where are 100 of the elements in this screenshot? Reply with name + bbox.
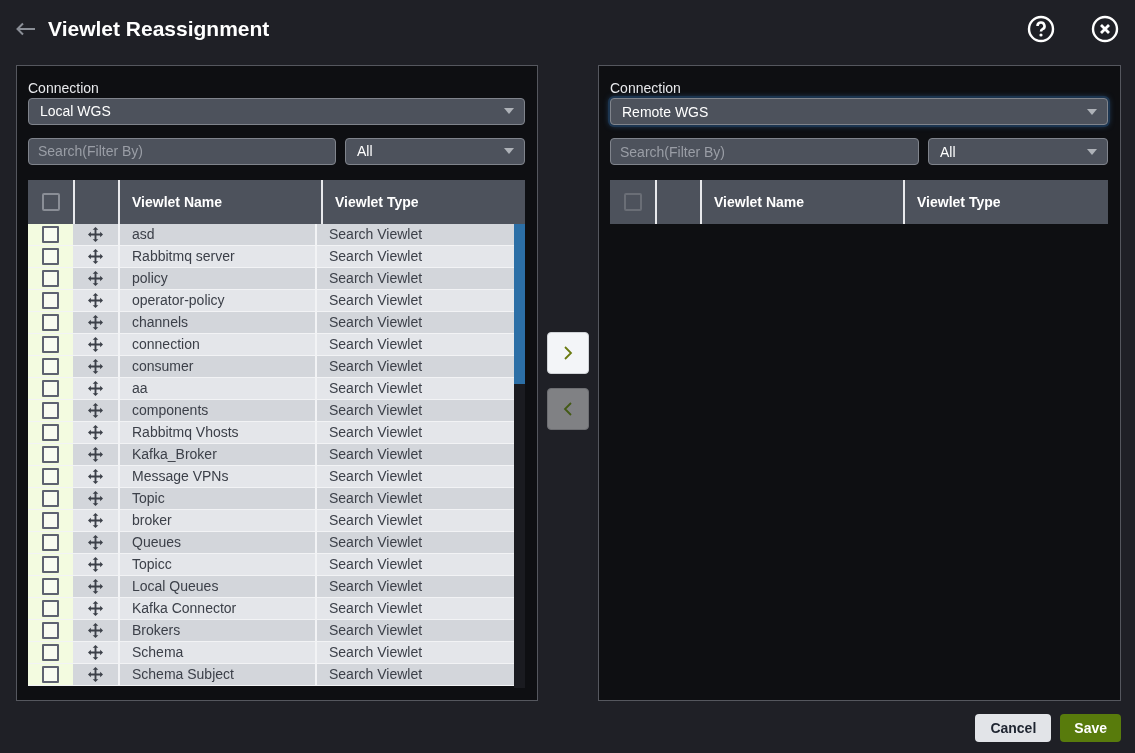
row-checkbox[interactable]	[42, 225, 59, 243]
row-checkbox[interactable]	[42, 533, 59, 551]
table-row[interactable]: Rabbitmq server Search Viewlet	[28, 245, 514, 268]
table-row[interactable]: Topicc Search Viewlet	[28, 553, 514, 576]
select-all-checkbox[interactable]	[41, 192, 60, 211]
move-icon[interactable]	[88, 556, 103, 572]
move-icon[interactable]	[88, 380, 103, 396]
page-title: Viewlet Reassignment	[48, 16, 271, 41]
connection-dropdown[interactable]: Remote WGS	[610, 98, 1108, 125]
table-row[interactable]: consumer Search Viewlet	[28, 355, 514, 378]
move-icon[interactable]	[88, 578, 103, 594]
table-row[interactable]: components Search Viewlet	[28, 399, 514, 422]
row-checkbox[interactable]	[42, 423, 59, 441]
table-cell: Queues	[118, 531, 315, 553]
table-row[interactable]: Message VPNs Search Viewlet	[28, 465, 514, 488]
move-icon[interactable]	[88, 600, 103, 616]
move-icon[interactable]	[88, 534, 103, 550]
table-cell: Rabbitmq server	[118, 245, 315, 267]
row-checkbox[interactable]	[42, 577, 59, 595]
help-icon[interactable]	[1027, 14, 1055, 43]
table-row[interactable]: policy Search Viewlet	[28, 267, 514, 290]
move-icon[interactable]	[88, 490, 103, 506]
chevron-right-icon	[562, 346, 574, 360]
move-icon[interactable]	[88, 666, 103, 682]
filter-dropdown[interactable]: All	[928, 138, 1108, 165]
table-cell: channels	[118, 311, 315, 333]
row-checkbox[interactable]	[42, 489, 59, 507]
table-row[interactable]: operator-policy Search Viewlet	[28, 289, 514, 312]
row-checkbox[interactable]	[42, 555, 59, 573]
move-icon[interactable]	[88, 270, 103, 286]
move-icon[interactable]	[88, 512, 103, 528]
row-checkbox[interactable]	[42, 445, 59, 463]
table-row[interactable]: Schema Search Viewlet	[28, 641, 514, 664]
table-row[interactable]: Kafka_Broker Search Viewlet	[28, 443, 514, 466]
move-icon[interactable]	[88, 622, 103, 638]
table-row[interactable]: aa Search Viewlet	[28, 377, 514, 400]
move-icon[interactable]	[88, 402, 103, 418]
table-cell: Kafka Connector	[118, 597, 315, 619]
move-icon[interactable]	[88, 446, 103, 462]
cancel-button[interactable]: Cancel	[975, 714, 1052, 742]
search-field[interactable]: Search(Filter By)	[28, 137, 336, 165]
scrollbar[interactable]	[514, 223, 525, 688]
table-cell: Message VPNs	[118, 465, 315, 487]
table-cell: broker	[118, 509, 315, 531]
row-checkbox[interactable]	[42, 665, 59, 683]
row-checkbox[interactable]	[42, 511, 59, 529]
back-icon[interactable]	[16, 21, 36, 36]
table-cell: Topic	[118, 487, 315, 509]
row-checkbox[interactable]	[42, 291, 59, 309]
table-row[interactable]: connection Search Viewlet	[28, 333, 514, 356]
table-row[interactable]: Kafka Connector Search Viewlet	[28, 597, 514, 620]
row-checkbox[interactable]	[42, 313, 59, 331]
move-icon[interactable]	[88, 644, 103, 660]
table-row[interactable]: Local Queues Search Viewlet	[28, 575, 514, 598]
table-cell: Rabbitmq Vhosts	[118, 421, 315, 443]
connection-label: Connection	[610, 79, 682, 98]
move-icon[interactable]	[88, 424, 103, 440]
row-checkbox[interactable]	[42, 357, 59, 375]
move-icon[interactable]	[88, 248, 103, 264]
move-icon[interactable]	[88, 314, 103, 330]
row-checkbox[interactable]	[42, 335, 59, 353]
row-checkbox[interactable]	[42, 599, 59, 617]
save-button[interactable]: Save	[1060, 714, 1121, 742]
table-row[interactable]: asd Search Viewlet	[28, 223, 514, 246]
table-cell: Schema Subject	[118, 663, 315, 685]
move-right-button[interactable]	[547, 332, 589, 374]
connection-label: Connection	[28, 79, 100, 98]
table-cell: Kafka_Broker	[118, 443, 315, 465]
table-row[interactable]: channels Search Viewlet	[28, 311, 514, 334]
chevron-left-icon	[562, 402, 574, 416]
close-icon[interactable]	[1091, 14, 1119, 43]
column-header: Viewlet Name	[714, 194, 804, 210]
row-checkbox[interactable]	[42, 401, 59, 419]
row-checkbox[interactable]	[42, 269, 59, 287]
table-cell: consumer	[118, 355, 315, 377]
move-icon[interactable]	[88, 336, 103, 352]
row-checkbox[interactable]	[42, 621, 59, 639]
column-header: Viewlet Type	[335, 193, 419, 210]
row-checkbox[interactable]	[42, 247, 59, 265]
row-checkbox[interactable]	[42, 467, 59, 485]
table-row[interactable]: Schema Subject Search Viewlet	[28, 663, 514, 686]
move-icon[interactable]	[88, 226, 103, 242]
filter-dropdown[interactable]: All	[345, 137, 525, 165]
table-row[interactable]: broker Search Viewlet	[28, 509, 514, 532]
table-cell: Local Queues	[118, 575, 315, 597]
move-icon[interactable]	[88, 292, 103, 308]
table-row[interactable]: Topic Search Viewlet	[28, 487, 514, 510]
table-row[interactable]: Rabbitmq Vhosts Search Viewlet	[28, 421, 514, 444]
move-icon[interactable]	[88, 358, 103, 374]
caret-icon	[504, 148, 514, 155]
connection-dropdown[interactable]: Local WGS	[28, 98, 525, 125]
caret-icon	[1087, 148, 1097, 155]
table-row[interactable]: Queues Search Viewlet	[28, 531, 514, 554]
search-field[interactable]: Search(Filter By)	[610, 138, 919, 165]
row-checkbox[interactable]	[42, 379, 59, 397]
row-checkbox[interactable]	[42, 643, 59, 661]
table-row[interactable]: Brokers Search Viewlet	[28, 619, 514, 642]
table-cell: Topicc	[118, 553, 315, 575]
move-icon[interactable]	[88, 468, 103, 484]
table-cell: Brokers	[118, 619, 315, 641]
